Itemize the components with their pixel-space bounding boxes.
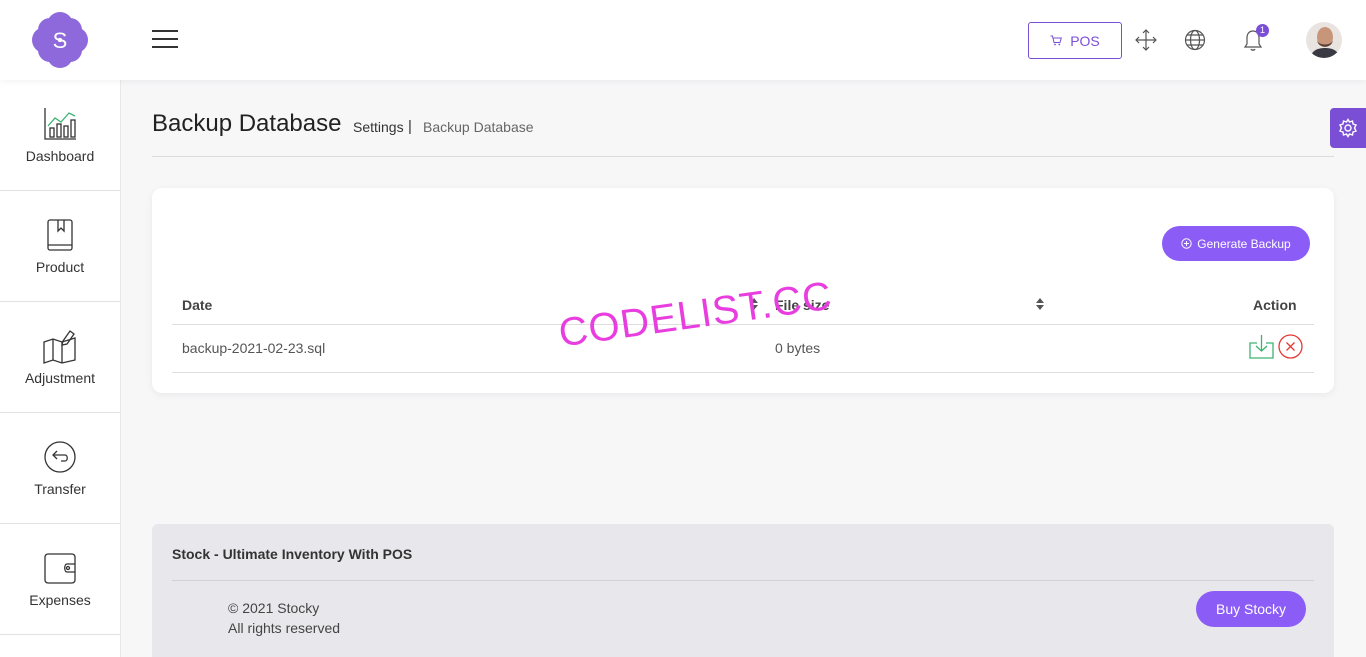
backup-date-cell: backup-2021-02-23.sql — [182, 340, 326, 356]
buy-stocky-button[interactable]: Buy Stocky — [1196, 591, 1306, 627]
breadcrumb-separator: | — [408, 118, 412, 135]
footer: Stock - Ultimate Inventory With POS © 20… — [152, 524, 1334, 657]
logo-letter: S — [53, 28, 68, 53]
column-header-action: Action — [1253, 297, 1297, 313]
sidebar-item-label: Product — [35, 259, 85, 275]
breadcrumb-divider — [152, 156, 1334, 157]
footer-divider — [172, 580, 1314, 581]
menu-toggle-button[interactable] — [152, 30, 178, 50]
logo-icon[interactable]: S — [31, 11, 89, 69]
rights-text: All rights reserved — [228, 620, 341, 636]
download-icon[interactable] — [1249, 334, 1274, 359]
breadcrumb-settings-link[interactable]: Settings — [353, 119, 404, 135]
sort-icon[interactable] — [1035, 297, 1045, 311]
sidebar-item-label: Transfer — [34, 481, 86, 497]
book-icon — [47, 219, 73, 251]
user-avatar[interactable] — [1306, 22, 1342, 58]
row-divider — [172, 372, 1314, 373]
return-arrow-icon — [44, 441, 76, 473]
footer-title: Stock - Ultimate Inventory With POS — [172, 546, 413, 562]
fullscreen-icon[interactable] — [1134, 28, 1158, 52]
customizer-toggle-button[interactable] — [1330, 108, 1366, 148]
breadcrumb-current: Backup Database — [423, 119, 534, 135]
notification-badge: 1 — [1256, 24, 1269, 37]
gear-icon — [1339, 118, 1357, 138]
sidebar-item-transfer[interactable]: Transfer — [0, 413, 120, 524]
wallet-icon — [44, 553, 76, 584]
cart-icon — [1050, 35, 1063, 46]
pos-button[interactable]: POS — [1028, 22, 1122, 59]
generate-backup-button[interactable]: Generate Backup — [1162, 226, 1310, 261]
map-edit-icon — [43, 330, 76, 364]
delete-icon[interactable] — [1278, 334, 1303, 359]
globe-icon[interactable] — [1183, 28, 1207, 52]
sidebar-item-label: Dashboard — [25, 148, 95, 164]
page-title: Backup Database — [152, 110, 342, 137]
copyright-text: © 2021 Stocky — [228, 600, 320, 616]
footer-copyright: © 2021 Stocky All rights reserved — [228, 598, 340, 638]
sidebar: Dashboard Product Adjustment Transfer Ex… — [0, 80, 121, 657]
backup-size-cell: 0 bytes — [775, 340, 821, 356]
sidebar-item-label: Adjustment — [24, 370, 96, 386]
pos-label: POS — [1070, 32, 1100, 49]
sidebar-item-adjustment[interactable]: Adjustment — [0, 302, 120, 413]
sidebar-item-product[interactable]: Product — [0, 191, 120, 302]
chart-icon — [44, 108, 76, 140]
sidebar-item-dashboard[interactable]: Dashboard — [0, 80, 120, 191]
sidebar-item-expenses[interactable]: Expenses — [0, 524, 120, 635]
generate-backup-label: Generate Backup — [1197, 236, 1291, 251]
top-bar: S POS 1 — [0, 0, 1366, 80]
plus-circle-icon — [1181, 238, 1192, 249]
sidebar-item-label: Expenses — [29, 592, 91, 608]
column-header-date[interactable]: Date — [182, 297, 212, 313]
